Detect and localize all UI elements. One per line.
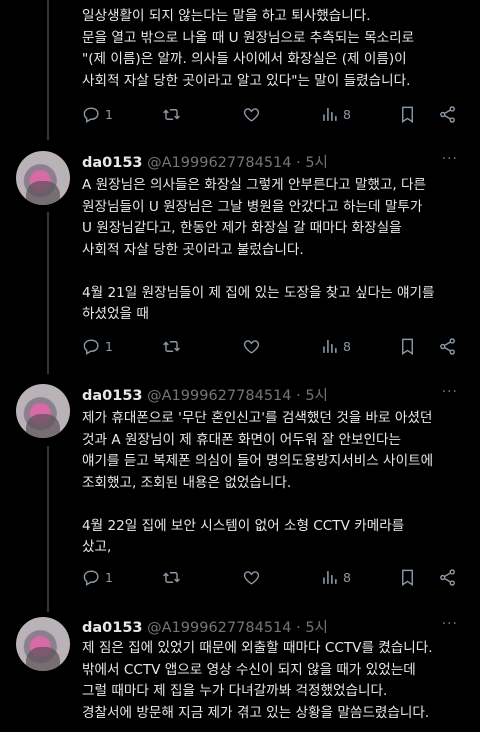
tweet-header: da0153 @A1999627784514 · 5시 [82,384,328,405]
views-count: 8 [343,107,351,122]
username[interactable]: da0153 [82,388,143,404]
views-button[interactable]: 8 [320,337,351,356]
tweet-text: A 원장님은 의사들은 화장실 그렇게 안부른다고 말했고, 다른 원장님들이 … [82,175,467,326]
tweet-line: 제 짐은 집에 있었기 때문에 외출할 때마다 CCTV를 켰습니다. [82,640,433,656]
share-button[interactable] [438,337,457,356]
retweet-button[interactable] [162,105,181,124]
tweet-header: da0153 @A1999627784514 · 5시 [82,616,328,637]
tweet[interactable]: da0153 @A1999627784514 · 5시 ··· 제가 휴대폰으로… [0,374,480,612]
tweet-line: 원장님들이 U 원장님은 그날 병원을 안갔다고 하는데 말투가 [82,198,423,215]
tweet-line: U 원장님같다고, 한동안 제가 화장실 갈 때마다 화장실을 [82,220,402,236]
retweet-icon [163,109,180,120]
tweet-line: 일상생활이 되지 않는다는 말을 하고 퇴사했습니다. [82,8,371,24]
tweet-line: 그럴 때마다 제 집을 누가 다녀갈까봐 걱정했었습니다. [82,683,388,699]
retweet-button[interactable] [162,337,181,356]
tweet-line: 제가 휴대폰으로 '무단 혼인신고'를 검색했던 것을 바로 아셨던 [82,410,433,426]
avatar[interactable] [16,151,70,205]
bookmark-icon [402,569,413,586]
like-button[interactable] [242,337,261,356]
tweet-line: 밖에서 CCTV 앱으로 영상 수신이 되지 않을 때가 있었는데 [82,661,416,678]
tweet-text: 제가 휴대폰으로 '무단 혼인신고'를 검색했던 것을 바로 아셨던 것과 A … [82,408,467,559]
share-icon [440,338,455,355]
retweet-icon [163,341,180,352]
bookmark-icon [402,338,413,355]
reply-icon [83,339,99,355]
bar-chart-icon [323,108,337,121]
tweet-line: 문을 열고 밖으로 나올 때 U 원장님으로 추측되는 목소리로 [82,29,415,46]
tweet[interactable]: 일상생활이 되지 않는다는 말을 하고 퇴사했습니다. 문을 열고 밖으로 나올… [0,0,480,140]
more-options-icon[interactable]: ··· [442,616,458,632]
heart-icon [243,340,260,354]
tweet-line: 것과 A 원장님이 제 휴대폰 화면이 어두워 잘 안보인다는 [82,431,402,448]
views-count: 8 [343,339,351,354]
tweet-line [82,494,467,516]
share-button[interactable] [438,105,457,124]
tweet-line: 조회했고, 조회된 내용은 없었습니다. [82,474,292,491]
timestamp[interactable]: · 5시 [296,388,328,404]
retweet-icon [163,572,180,583]
bookmark-icon [402,106,413,123]
timestamp[interactable]: · 5시 [296,620,328,636]
tweet-line: 사회적 자살 당한 곳이라고 알고 있다"는 말이 들렸습니다. [82,72,411,89]
tweet-line [82,261,467,283]
timestamp[interactable]: · 5시 [296,155,328,171]
username[interactable]: da0153 [82,620,143,636]
more-options-icon[interactable]: ··· [442,151,458,167]
tweet-actions: 1 8 [82,105,462,127]
tweet[interactable]: da0153 @A1999627784514 · 5시 ··· 제 짐은 집에 … [0,612,480,732]
tweet-text: 제 짐은 집에 있었기 때문에 외출할 때마다 CCTV를 켰습니다. 밖에서 … [82,638,467,724]
more-options-icon[interactable]: ··· [442,384,458,400]
tweet-line: 4월 22일 집에 보안 시스템이 없어 소형 CCTV 카메라를 [82,517,405,534]
reply-button[interactable]: 1 [82,337,113,356]
tweet-header: da0153 @A1999627784514 · 5시 [82,151,328,172]
retweet-button[interactable] [162,568,181,587]
user-handle[interactable]: @A1999627784514 [147,155,291,171]
reply-icon [83,570,99,586]
avatar[interactable] [16,384,70,438]
tweet-text: 일상생활이 되지 않는다는 말을 하고 퇴사했습니다. 문을 열고 밖으로 나올… [82,6,467,92]
user-handle[interactable]: @A1999627784514 [147,388,291,404]
reply-count: 1 [105,107,113,122]
tweet-line: 샀고, [82,539,112,555]
bookmark-button[interactable] [398,337,417,356]
bookmark-button[interactable] [398,568,417,587]
reply-count: 1 [105,570,113,585]
tweet-line: 사회적 자살 당한 곳이라고 불렀습니다. [82,241,304,258]
heart-icon [243,571,260,585]
reply-button[interactable]: 1 [82,105,113,124]
reply-count: 1 [105,339,113,354]
avatar[interactable] [16,617,70,671]
bar-chart-icon [323,571,337,584]
bookmark-button[interactable] [398,105,417,124]
views-button[interactable]: 8 [320,105,351,124]
tweet-actions: 1 8 [82,568,462,590]
tweet-actions: 1 8 [82,337,462,359]
share-button[interactable] [438,568,457,587]
heart-icon [243,108,260,122]
tweet-line: A 원장님은 의사들은 화장실 그렇게 안부른다고 말했고, 다른 [82,177,427,193]
reply-icon [83,107,99,123]
tweet-line: 4월 21일 원장님들이 제 집에 있는 도장을 찾고 싶다는 얘기를 [82,284,435,301]
tweet-line: 얘기를 듣고 복제폰 의심이 들어 명의도용방지서비스 사이트에 [82,453,434,469]
tweet[interactable]: da0153 @A1999627784514 · 5시 ··· A 원장님은 의… [0,140,480,374]
like-button[interactable] [242,105,261,124]
like-button[interactable] [242,568,261,587]
username[interactable]: da0153 [82,155,143,171]
views-count: 8 [343,570,351,585]
user-handle[interactable]: @A1999627784514 [147,620,291,636]
bar-chart-icon [323,340,337,353]
tweet-line: 하셨었을 때 [82,306,149,322]
views-button[interactable]: 8 [320,568,351,587]
tweet-line: "(제 이름)은 알까. 의사들 사이에서 화장실은 (제 이름)이 [82,51,407,67]
share-icon [440,106,455,123]
reply-button[interactable]: 1 [82,568,113,587]
tweet-line: 경찰서에 방문해 지금 제가 겪고 있는 상황을 말씀드렸습니다. [82,704,430,721]
share-icon [440,569,455,586]
